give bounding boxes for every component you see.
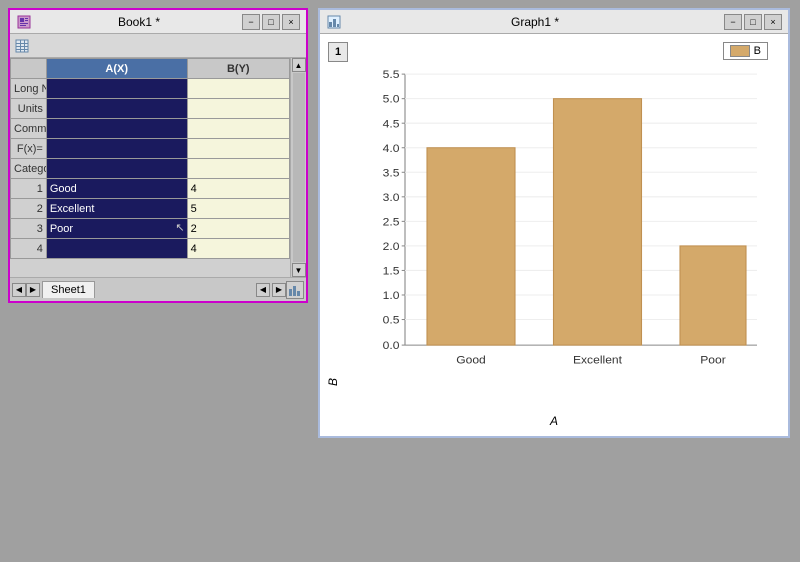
- tab-scroll-arrows: ◀ ▶: [256, 283, 286, 297]
- units-label: Units: [11, 99, 47, 119]
- fx-a[interactable]: [46, 139, 187, 159]
- meta-comments-row: Comments: [11, 119, 290, 139]
- scroll-down-arrow[interactable]: ▼: [292, 263, 306, 277]
- row-3-a[interactable]: Poor ↖: [46, 219, 187, 239]
- sheet-tabbar: ◀ ▶ Sheet1 ◀ ▶: [10, 277, 306, 301]
- long-name-b[interactable]: [187, 79, 289, 99]
- graph1-maximize-button[interactable]: □: [744, 14, 762, 30]
- table-container: A(X) B(Y) Long Name Units: [10, 58, 306, 277]
- data-row-3: 3 Poor ↖ 2: [11, 219, 290, 239]
- tab-next-arrow[interactable]: ▶: [26, 283, 40, 297]
- fx-b[interactable]: [187, 139, 289, 159]
- legend-box: B: [723, 42, 768, 60]
- svg-text:1.5: 1.5: [383, 265, 400, 278]
- book1-maximize-button[interactable]: □: [262, 14, 280, 30]
- sheet-icon: [14, 38, 30, 54]
- graph1-title: Graph1 *: [346, 15, 724, 29]
- row-2-b[interactable]: 5: [187, 199, 289, 219]
- header-row: A(X) B(Y): [11, 59, 290, 79]
- row-3-b[interactable]: 2: [187, 219, 289, 239]
- row-3-num: 3: [11, 219, 47, 239]
- svg-text:0.5: 0.5: [383, 314, 400, 327]
- graph-content: 1 B B 5.5 5.0 4.5 4: [320, 34, 788, 436]
- svg-text:0.0: 0.0: [383, 340, 400, 353]
- categories-label: Categories: [11, 159, 47, 179]
- sheet1-tab[interactable]: Sheet1: [42, 281, 95, 298]
- svg-text:4.5: 4.5: [383, 118, 400, 131]
- meta-units-row: Units: [11, 99, 290, 119]
- graph1-window: Graph1 * − □ × 1 B B 5.5: [318, 8, 790, 438]
- units-b[interactable]: [187, 99, 289, 119]
- tab-prev-arrow[interactable]: ◀: [12, 283, 26, 297]
- svg-text:3.0: 3.0: [383, 191, 400, 204]
- svg-text:2.5: 2.5: [383, 216, 400, 229]
- row-num-header: [11, 59, 47, 79]
- vertical-scrollbar[interactable]: ▲ ▼: [290, 58, 306, 277]
- sheet-toolbar: [10, 34, 306, 58]
- comments-b[interactable]: [187, 119, 289, 139]
- fx-label: F(x)=: [11, 139, 47, 159]
- row-4-b[interactable]: 4: [187, 239, 289, 259]
- tab-scroll-right[interactable]: ▶: [272, 283, 286, 297]
- svg-text:Excellent: Excellent: [573, 354, 623, 367]
- long-name-label: Long Name: [11, 79, 47, 99]
- row-4-num: 4: [11, 239, 47, 259]
- long-name-a[interactable]: [46, 79, 187, 99]
- legend-color: [730, 45, 750, 57]
- row-1-a[interactable]: Good: [46, 179, 187, 199]
- book1-controls: − □ ×: [242, 14, 300, 30]
- spreadsheet-table: A(X) B(Y) Long Name Units: [10, 58, 290, 259]
- col-a-header[interactable]: A(X): [46, 59, 187, 79]
- book1-titlebar: Book1 * − □ ×: [10, 10, 306, 34]
- svg-text:1.0: 1.0: [383, 289, 400, 302]
- comments-a[interactable]: [46, 119, 187, 139]
- data-row-1: 1 Good 4: [11, 179, 290, 199]
- book1-window: Book1 * − □ × A(X): [8, 8, 308, 303]
- tab-scroll-left[interactable]: ◀: [256, 283, 270, 297]
- page-indicator: 1: [328, 42, 348, 62]
- svg-text:5.0: 5.0: [383, 93, 400, 106]
- book1-minimize-button[interactable]: −: [242, 14, 260, 30]
- book1-title: Book1 *: [36, 15, 242, 29]
- svg-text:Good: Good: [456, 354, 486, 367]
- meta-long-name-row: Long Name: [11, 79, 290, 99]
- table-scroll-area: A(X) B(Y) Long Name Units: [10, 58, 290, 277]
- book1-close-button[interactable]: ×: [282, 14, 300, 30]
- graph1-minimize-button[interactable]: −: [724, 14, 742, 30]
- svg-text:Poor: Poor: [700, 354, 726, 367]
- row-4-a[interactable]: [46, 239, 187, 259]
- x-axis-label: A: [320, 414, 788, 428]
- svg-text:4.0: 4.0: [383, 142, 400, 155]
- categories-a[interactable]: [46, 159, 187, 179]
- legend-label: B: [754, 45, 761, 57]
- categories-b[interactable]: [187, 159, 289, 179]
- graph1-close-button[interactable]: ×: [764, 14, 782, 30]
- book-icon: [16, 14, 32, 30]
- chart-icon-button[interactable]: [286, 281, 304, 299]
- graph-icon: [326, 14, 342, 30]
- scroll-up-arrow[interactable]: ▲: [292, 58, 306, 72]
- svg-text:5.5: 5.5: [383, 69, 400, 81]
- data-row-2: 2 Excellent 5: [11, 199, 290, 219]
- graph1-controls: − □ ×: [724, 14, 782, 30]
- meta-categories-row: Categories: [11, 159, 290, 179]
- meta-fx-row: F(x)=: [11, 139, 290, 159]
- svg-text:2.0: 2.0: [383, 240, 400, 253]
- row-1-num: 1: [11, 179, 47, 199]
- row-2-num: 2: [11, 199, 47, 219]
- svg-text:3.5: 3.5: [383, 167, 400, 180]
- data-row-4: 4 4: [11, 239, 290, 259]
- units-a[interactable]: [46, 99, 187, 119]
- comments-label: Comments: [11, 119, 47, 139]
- row-1-b[interactable]: 4: [187, 179, 289, 199]
- graph1-titlebar: Graph1 * − □ ×: [320, 10, 788, 34]
- chart-area[interactable]: 5.5 5.0 4.5 4.0 3.5 3.0 2.5 2.0 1.5 1.0: [350, 69, 768, 386]
- scroll-track[interactable]: [293, 73, 305, 262]
- col-b-header[interactable]: B(Y): [187, 59, 289, 79]
- row-2-a[interactable]: Excellent: [46, 199, 187, 219]
- y-axis-label: B: [326, 69, 340, 386]
- bar-chart: 5.5 5.0 4.5 4.0 3.5 3.0 2.5 2.0 1.5 1.0: [350, 69, 768, 386]
